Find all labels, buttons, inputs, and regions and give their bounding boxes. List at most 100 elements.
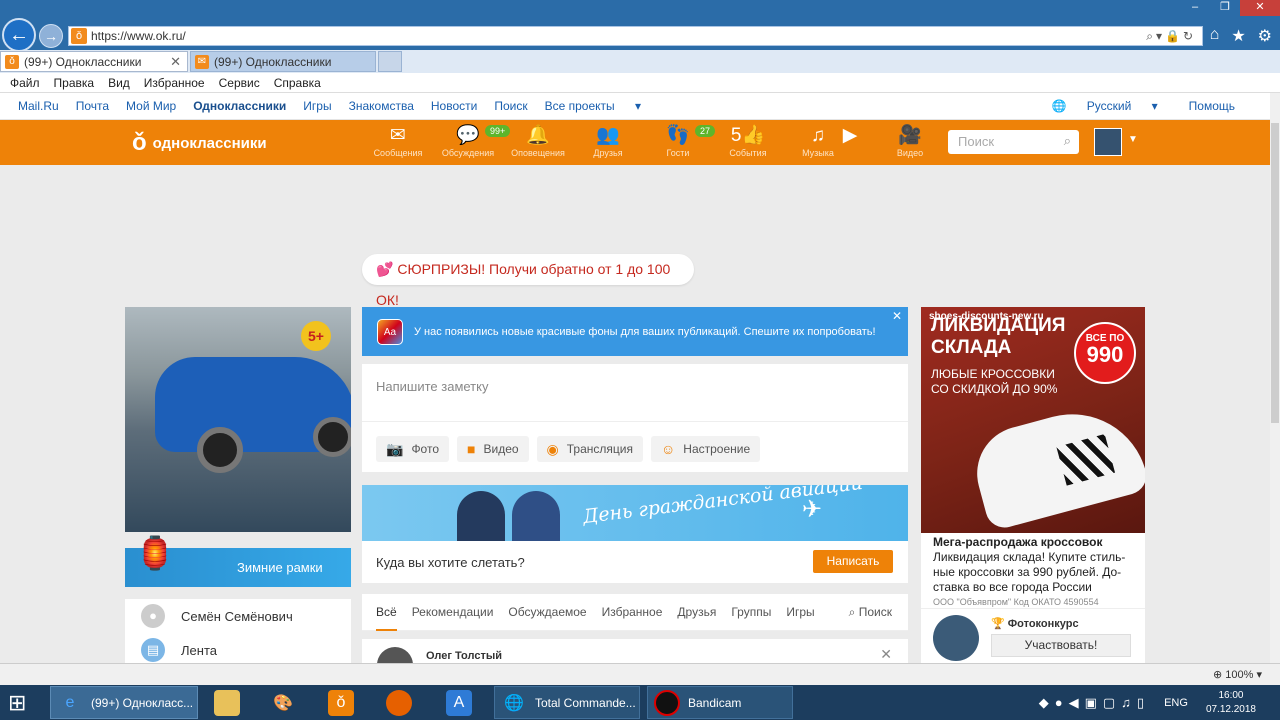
taskbar-label: (99+) Однокласс... [91,695,194,710]
forward-button[interactable]: → [39,24,63,48]
close-tab-icon[interactable]: ✕ [170,54,181,70]
nav-messages[interactable]: ✉ Сообщения [363,124,433,158]
language-indicator[interactable]: ENG [1164,697,1188,709]
caret-down-icon[interactable]: ▼ [1128,134,1138,145]
portal-link-mailru[interactable]: Mail.Ru [18,99,59,113]
menu-view[interactable]: Вид [108,76,130,90]
left-menu-item-profile[interactable]: ● Семён Семёнович [125,599,351,633]
language-selector[interactable]: 🌐 Русский ▾ [1051,99,1157,113]
portal-link-ok[interactable]: Одноклассники [193,99,286,113]
close-icon[interactable]: ✕ [892,309,902,323]
menu-edit[interactable]: Правка [54,76,95,90]
lantern-icon: 🏮 [135,535,175,571]
nav-events[interactable]: 5👍 События [713,124,783,158]
ad-text[interactable]: Мега-распродажа кроссовок Ликвидация скл… [921,533,1145,608]
minimize-button[interactable]: – [1180,0,1210,16]
search-icon[interactable]: ⌕ [1064,133,1071,149]
search-icon[interactable]: ⌕ [1146,29,1156,43]
nav-friends[interactable]: 👥 Друзья [573,124,643,158]
left-menu-item-feed[interactable]: ▤ Лента [125,633,351,663]
nav-discussions[interactable]: 💬 Обсуждения 99+ [433,124,511,158]
portal-link-news[interactable]: Новости [431,99,477,113]
settings-gear-icon[interactable]: ⚙ [1258,26,1272,46]
nav-guests[interactable]: 👣 Гости 27 [643,124,716,158]
taskbar-item-firefox[interactable] [380,686,424,719]
back-button[interactable]: ← [2,18,36,52]
video-button[interactable]: ■ Видео [457,436,529,462]
menu-file[interactable]: Файл [10,76,40,90]
photo-label: Фото [411,442,440,456]
windows-start-icon[interactable]: ⊞ [8,690,38,716]
ad-title[interactable]: Мега-распродажа кроссовок [933,535,1133,550]
winter-frames-button[interactable]: 🏮 Зимние рамки [125,535,351,587]
portal-link-mymir[interactable]: Мой Мир [126,99,176,113]
new-tab-button[interactable] [378,51,402,72]
taskbar-item-ok[interactable]: ǒ [322,686,366,719]
surprise-banner[interactable]: 💕 СЮРПРИЗЫ! Получи обратно от 1 до 100 О… [362,254,694,308]
taskbar-item-bandicam[interactable]: Bandicam [647,686,793,719]
portal-link-dating[interactable]: Знакомства [349,99,414,113]
note-input[interactable]: Напишите заметку [362,364,908,422]
feed-author[interactable]: Олег Толстый [426,650,502,662]
page-scrollbar[interactable] [1270,93,1280,663]
ok-logo[interactable]: ǒ одноклассники [132,129,267,157]
address-bar[interactable]: ǒ https://www.ok.ru/ ⌕▾🔒↻ [68,26,1203,46]
browser-tab[interactable]: ǒ (99+) Одноклассники ✕ [0,51,188,72]
participate-button[interactable]: Участвовать! [991,634,1131,657]
portal-link-games[interactable]: Игры [303,99,331,113]
url-text[interactable]: https://www.ok.ru/ [91,29,186,43]
home-icon[interactable]: ⌂ [1210,26,1220,46]
tab-favorites[interactable]: Избранное [602,594,663,631]
tab-recommendations[interactable]: Рекомендации [412,594,494,631]
contest-avatar[interactable] [933,615,979,661]
tab-groups[interactable]: Группы [731,594,771,631]
portal-link-all-projects[interactable]: Все проекты ▾ [545,99,658,113]
mood-label: Настроение [683,442,751,456]
aviation-day-banner[interactable]: День гражданской авиации ✈ [362,485,908,541]
zoom-control[interactable]: ⊕ 100% ▾ [1213,668,1262,681]
tab-friends[interactable]: Друзья [677,594,716,631]
broadcast-button[interactable]: ◉ Трансляция [536,436,643,462]
write-button[interactable]: Написать [813,550,893,573]
stewardess-image [512,491,560,541]
mood-button[interactable]: ☺ Настроение [650,436,761,462]
taskbar-item-explorer[interactable] [208,686,252,719]
menu-help[interactable]: Справка [274,76,321,90]
avatar[interactable] [377,647,413,663]
nav-video[interactable]: 🎥 Видео [875,124,945,158]
ad-banner[interactable]: ЛИКВИДАЦИЯ СКЛАДА shoes-discounts-new.ru… [921,307,1145,533]
tab-all[interactable]: Всё [376,594,397,631]
clock[interactable]: 16:00 07.12.2018 [1206,689,1256,717]
header-search-input[interactable]: Поиск ⌕ [948,130,1079,154]
portal-link-search[interactable]: Поиск [494,99,527,113]
feed-search-button[interactable]: ⌕ Поиск [849,605,892,620]
nav-play[interactable]: ▶ [830,124,870,148]
caret-down-icon: ▾ [634,99,642,113]
tray-icons[interactable]: ◆●◀▣▢♫▯ [1039,695,1150,711]
lock-icon[interactable]: 🔒 [1165,29,1183,43]
taskbar-item-total-commander[interactable]: 🌐 Total Commande... [494,686,640,719]
guests-badge: 27 [695,125,716,137]
tab-games[interactable]: Игры [786,594,814,631]
menu-favorites[interactable]: Избранное [144,76,205,90]
avatar[interactable] [1094,128,1122,156]
new-backgrounds-notice[interactable]: Aa У нас появились новые красивые фоны д… [362,307,908,356]
close-icon[interactable]: ✕ [880,646,892,663]
taskbar-item-app[interactable]: A [440,686,484,719]
portal-link-mail[interactable]: Почта [76,99,109,113]
menu-tools[interactable]: Сервис [219,76,260,90]
refresh-icon[interactable]: ↻ [1183,29,1196,43]
taskbar-item-paint[interactable]: 🎨 [264,686,308,719]
close-window-button[interactable]: ✕ [1240,0,1280,16]
feed-item[interactable]: Олег Толстый ✕ [362,639,908,663]
maximize-button[interactable]: ❐ [1210,0,1240,16]
browser-tab[interactable]: ✉ (99+) Одноклассники [190,51,376,72]
photo-button[interactable]: 📷 Фото [376,436,450,462]
profile-photo[interactable]: 5+ [125,307,351,532]
taskbar-item-ie[interactable]: e (99+) Однокласс... [50,686,198,719]
favorites-star-icon[interactable]: ★ [1231,26,1245,46]
help-link[interactable]: Помощь [1189,99,1235,113]
scroll-thumb[interactable] [1271,123,1279,423]
nav-notifications[interactable]: 🔔 Оповещения [503,124,573,158]
tab-discussed[interactable]: Обсуждаемое [508,594,586,631]
